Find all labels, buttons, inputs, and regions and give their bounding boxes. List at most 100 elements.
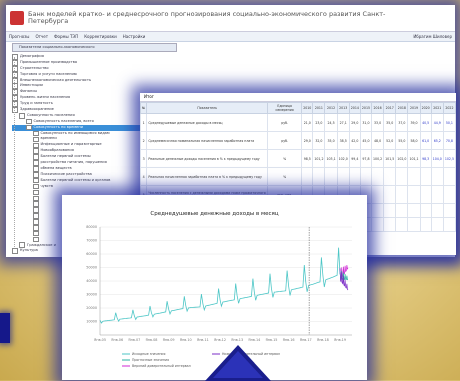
- checkbox[interactable]: [33, 225, 39, 231]
- x-tick-label: Янв.09: [163, 338, 175, 342]
- checkbox[interactable]: [33, 142, 39, 149]
- table-cell: [324, 167, 338, 186]
- expand-icon[interactable]: [12, 248, 18, 255]
- table-cell: [395, 217, 409, 232]
- table-cell: [359, 167, 373, 186]
- checkbox[interactable]: [33, 201, 39, 207]
- user-name[interactable]: Ибрагим Шиловер: [413, 34, 452, 39]
- table-cell: 21,0: [301, 113, 314, 132]
- column-header[interactable]: 2021: [430, 102, 444, 114]
- table-cell: 103,1: [324, 149, 338, 168]
- column-header[interactable]: 2017: [383, 102, 397, 114]
- checkbox[interactable]: [33, 136, 39, 143]
- checkbox[interactable]: [33, 172, 39, 178]
- checkbox[interactable]: [33, 154, 39, 160]
- column-header[interactable]: 2019: [407, 102, 421, 114]
- column-header[interactable]: 2010: [301, 102, 314, 114]
- table-cell: [419, 217, 432, 232]
- table-cell: 101,5: [383, 149, 397, 168]
- table-cell: [312, 167, 326, 186]
- checkbox[interactable]: [33, 236, 39, 243]
- checkbox[interactable]: [33, 160, 39, 166]
- table-cell: [419, 203, 432, 218]
- table-cell: 37,0: [395, 113, 409, 132]
- menu-item-forms[interactable]: Формы ТЭП: [54, 34, 78, 39]
- checkbox[interactable]: [33, 195, 39, 202]
- table-cell: 58,0: [407, 131, 421, 150]
- table-cell: 102,5: [442, 149, 457, 168]
- table-cell: Среднедушевые денежные доходы в месяц: [146, 113, 269, 132]
- table-cell: [395, 203, 409, 218]
- x-tick-label: Янв.18: [317, 338, 329, 342]
- window-title: Банк моделей кратко- и среднесрочного пр…: [28, 10, 386, 25]
- table-cell: 48,0: [371, 131, 385, 150]
- column-header[interactable]: 2018: [395, 102, 409, 114]
- table-cell: [336, 167, 350, 186]
- column-header[interactable]: 2014: [348, 102, 361, 114]
- table-row[interactable]: 3 Реальные денежные доходы населения в % …: [139, 149, 457, 168]
- checkbox[interactable]: [33, 230, 39, 237]
- y-tick-label: 70000: [86, 239, 97, 243]
- column-header[interactable]: Единица измерения: [267, 102, 303, 114]
- checkbox[interactable]: [33, 213, 39, 219]
- table-cell: [383, 167, 397, 186]
- app-logo-icon: [10, 11, 24, 25]
- checkbox[interactable]: [33, 183, 39, 190]
- column-header[interactable]: 2011: [312, 102, 326, 114]
- column-header[interactable]: 2016: [371, 102, 385, 114]
- column-header[interactable]: Показатель: [146, 102, 269, 114]
- x-tick-label: Янв.15: [265, 338, 277, 342]
- table-cell: 33,0: [371, 113, 385, 132]
- checkbox[interactable]: [33, 130, 39, 137]
- x-tick-label: Янв.06: [111, 338, 123, 342]
- table-cell: 44,9: [430, 113, 444, 132]
- up-arrow-icon[interactable]: [205, 345, 271, 381]
- table-row[interactable]: 4 Реальная начисленная заработная плата в…: [139, 167, 457, 186]
- y-tick-label: 20000: [86, 306, 97, 310]
- checkbox[interactable]: [33, 189, 39, 196]
- table-cell: %: [267, 167, 303, 186]
- table-cell: [442, 167, 457, 186]
- table-cell: 104,0: [430, 149, 444, 168]
- table-cell: 101,2: [312, 149, 326, 168]
- checkbox[interactable]: [33, 219, 39, 225]
- checkbox[interactable]: [26, 124, 32, 131]
- window-titlebar: Банк моделей кратко- и среднесрочного пр…: [6, 5, 455, 32]
- x-tick-label: Янв.07: [128, 338, 140, 342]
- table-row[interactable]: 2 Среднемесячная номинальная начисленная …: [139, 131, 457, 150]
- x-tick-label: Янв.17: [300, 338, 312, 342]
- table-cell: 27,1: [336, 113, 350, 132]
- table-cell: [407, 203, 421, 218]
- checkbox[interactable]: [26, 118, 32, 125]
- menu-item-settings[interactable]: Настройки: [123, 34, 146, 39]
- menu-item-forecasts[interactable]: Прогнозы: [9, 34, 29, 39]
- table-cell: [395, 185, 409, 204]
- table-cell: 50,1: [442, 113, 457, 132]
- table-cell: 29,0: [348, 113, 361, 132]
- table-cell: 55,0: [395, 131, 409, 150]
- checkbox[interactable]: [33, 177, 39, 184]
- table-row[interactable]: 1 Среднедушевые денежные доходы в месяц ру…: [139, 113, 457, 132]
- table-cell: 35,0: [383, 113, 397, 132]
- column-header[interactable]: 2015: [359, 102, 373, 114]
- navigation-square[interactable]: [0, 313, 10, 343]
- table-header-row: № Показатель Единица измерения 2010 2011 2012…: [139, 102, 457, 114]
- table-cell: 24,5: [324, 113, 338, 132]
- table-cell: 42,0: [348, 131, 361, 150]
- expand-icon[interactable]: [19, 112, 25, 119]
- column-header[interactable]: 2013: [336, 102, 350, 114]
- table-cell: 70,8: [442, 131, 457, 150]
- table-cell: [371, 185, 385, 204]
- column-header[interactable]: 2022: [442, 102, 457, 114]
- menu-item-report[interactable]: Отчет: [35, 34, 48, 39]
- checkbox[interactable]: [33, 207, 39, 213]
- x-tick-label: Янв.12: [214, 338, 226, 342]
- checkbox[interactable]: [33, 148, 39, 154]
- table-cell: [407, 185, 421, 204]
- column-header[interactable]: 2020: [419, 102, 432, 114]
- x-tick-label: Янв.05: [94, 338, 106, 342]
- column-header[interactable]: 2012: [324, 102, 338, 114]
- checkbox[interactable]: [33, 166, 39, 172]
- table-cell: Среднемесячная номинальная начисленная з…: [146, 131, 269, 150]
- menu-item-corrections[interactable]: Корректировки: [84, 34, 117, 39]
